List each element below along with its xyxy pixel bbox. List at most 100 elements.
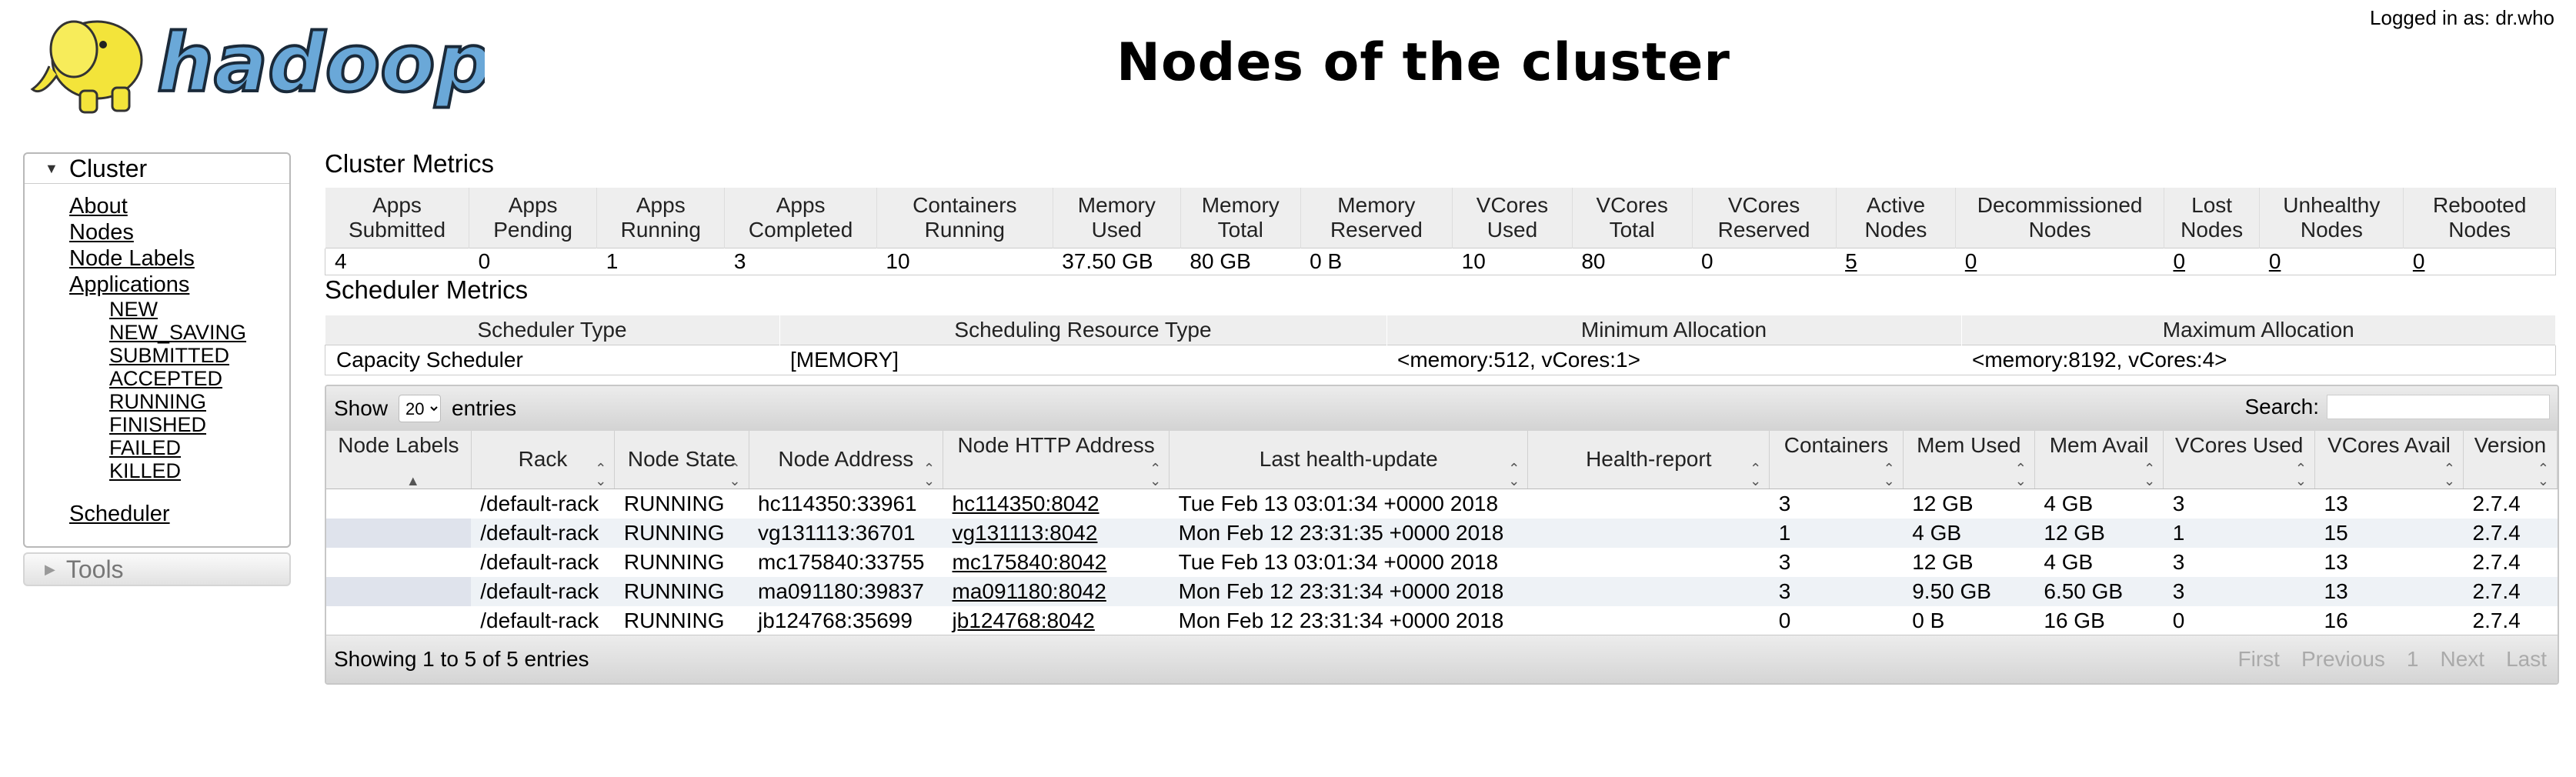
col-header-label: Health-report xyxy=(1586,447,1712,471)
metric-col-label: Apps xyxy=(776,193,826,217)
cell-12: 2.7.4 xyxy=(2463,606,2558,635)
node-http-link[interactable]: vg131113:8042 xyxy=(953,521,1098,545)
col-header-2[interactable]: Node State ⌃ ⌄ xyxy=(614,431,749,489)
app-state-running-link[interactable]: RUNNING xyxy=(109,390,289,413)
app-state-finished-link[interactable]: FINISHED xyxy=(109,413,289,436)
search-label: Search: xyxy=(2244,395,2320,419)
search-input[interactable] xyxy=(2327,395,2550,419)
entries-select[interactable]: 20 xyxy=(399,395,442,422)
metric-value-link[interactable]: 0 xyxy=(2173,249,2185,273)
cell-9: 12 GB xyxy=(2034,519,2164,548)
node-http-link[interactable]: mc175840:8042 xyxy=(953,550,1107,574)
app-state-accepted-link[interactable]: ACCEPTED xyxy=(109,367,289,390)
metric-col-13: Lost Nodes xyxy=(2163,188,2261,248)
app-state-submitted-link[interactable]: SUBMITTED xyxy=(109,344,289,367)
metric-value-9: 80 xyxy=(1572,248,1693,275)
pager-previous[interactable]: Previous xyxy=(2301,647,2385,672)
col-header-8[interactable]: Mem Used ⌃ ⌄ xyxy=(1903,431,2035,489)
metric-value-link[interactable]: 0 xyxy=(1965,249,1977,273)
cell-2: RUNNING xyxy=(614,548,749,577)
col-header-11[interactable]: VCores Avail ⌃ ⌄ xyxy=(2314,431,2464,489)
collapse-triangle-icon: ▼ xyxy=(45,160,58,176)
cell-12: 2.7.4 xyxy=(2463,489,2558,519)
col-header-6[interactable]: Health-report ⌃ ⌄ xyxy=(1527,431,1770,489)
metric-col-label: Unhealthy xyxy=(2283,193,2381,217)
metric-col-15: Rebooted Nodes xyxy=(2403,188,2556,248)
cluster-metrics-table: Apps Submitted Apps Pending Apps Running Apps C… xyxy=(324,188,2556,275)
col-header-label: Node HTTP Address xyxy=(957,433,1155,457)
metric-col-label: VCores xyxy=(1727,193,1800,217)
metric-value-3: 3 xyxy=(724,248,877,275)
col-header-label: Mem Used xyxy=(1917,433,2021,457)
cluster-header[interactable]: ▼ Cluster xyxy=(25,154,289,184)
metric-col-6: Memory Total xyxy=(1180,188,1301,248)
nav-about-link[interactable]: About xyxy=(69,193,289,219)
cell-10: 3 xyxy=(2163,548,2315,577)
cell-2: RUNNING xyxy=(614,606,749,635)
nav-nodes-link[interactable]: Nodes xyxy=(69,219,289,245)
pager-page-1[interactable]: 1 xyxy=(2407,647,2419,672)
sched-col-type: Scheduler Type xyxy=(325,315,780,345)
col-header-12[interactable]: Version ⌃ ⌄ xyxy=(2463,431,2558,489)
metric-col-14: Unhealthy Nodes xyxy=(2259,188,2404,248)
pager-first[interactable]: First xyxy=(2238,647,2280,672)
app-state-new-saving-link[interactable]: NEW_SAVING xyxy=(109,321,289,344)
col-header-0[interactable]: Node Labels ▲ xyxy=(326,431,472,489)
col-header-1[interactable]: Rack ⌃ ⌄ xyxy=(471,431,616,489)
cell-3: vg131113:36701 xyxy=(749,519,943,548)
sort-icon: ⌃ ⌄ xyxy=(2014,461,2027,489)
table-row: /default-rack RUNNING mc175840:33755 mc1758… xyxy=(326,548,2558,577)
metric-value-1: 0 xyxy=(469,248,597,275)
cluster-label: Cluster xyxy=(68,154,148,182)
cell-10: 1 xyxy=(2163,519,2315,548)
node-http-link[interactable]: hc114350:8042 xyxy=(953,492,1099,515)
node-http-link[interactable]: ma091180:8042 xyxy=(953,579,1106,603)
tools-header[interactable]: ▶ Tools xyxy=(23,552,291,586)
metric-value-link[interactable]: 5 xyxy=(1845,249,1857,273)
cell-5: Tue Feb 13 03:01:34 +0000 2018 xyxy=(1169,548,1528,577)
show-label: Show xyxy=(334,396,389,420)
cell-2: RUNNING xyxy=(614,519,749,548)
pager-next[interactable]: Next xyxy=(2440,647,2484,672)
metric-value-link[interactable]: 0 xyxy=(2413,249,2425,273)
metric-value-5: 37.50 GB xyxy=(1053,248,1181,275)
scheduler-metrics-heading: Scheduler Metrics xyxy=(325,275,529,304)
metric-value-link[interactable]: 0 xyxy=(2269,249,2281,273)
col-header-10[interactable]: VCores Used ⌃ ⌄ xyxy=(2163,431,2316,489)
nav-node-labels-link[interactable]: Node Labels xyxy=(69,245,289,272)
nodes-table: Node Labels ▲ Rack ⌃ ⌄ Node State ⌃ ⌄ Node Addre… xyxy=(326,431,2558,635)
metric-value-4: 10 xyxy=(876,248,1053,275)
table-row: /default-rack RUNNING hc114350:33961 hc1143… xyxy=(326,489,2558,519)
metric-col-3: Apps Completed xyxy=(724,188,877,248)
sched-col-max: Maximum Allocation xyxy=(1961,315,2556,345)
col-header-9[interactable]: Mem Avail ⌃ ⌄ xyxy=(2034,431,2164,489)
col-header-3[interactable]: Node Address ⌃ ⌄ xyxy=(749,431,944,489)
nav-scheduler-link[interactable]: Scheduler xyxy=(69,502,170,527)
node-http-link[interactable]: jb124768:8042 xyxy=(953,609,1095,632)
expand-triangle-icon: ▶ xyxy=(45,561,55,577)
sort-icon: ⌃ ⌄ xyxy=(2144,461,2156,489)
sched-max-value: <memory:8192, vCores:4> xyxy=(1961,345,2556,375)
cell-6 xyxy=(1527,606,1770,635)
col-header-5[interactable]: Last health-update ⌃ ⌄ xyxy=(1169,431,1529,489)
metric-col-label: Completed xyxy=(748,218,853,242)
metric-value-11: 5 xyxy=(1836,248,1956,275)
cell-11: 13 xyxy=(2314,548,2464,577)
cell-10: 3 xyxy=(2163,577,2315,606)
app-state-killed-link[interactable]: KILLED xyxy=(109,459,289,482)
nav-applications-link[interactable]: Applications xyxy=(69,272,289,298)
cell-1: /default-rack xyxy=(471,519,615,548)
metric-col-label: Rebooted xyxy=(2432,193,2527,217)
sort-icon: ⌃ ⌄ xyxy=(1150,461,1162,489)
sort-icon: ⌃ ⌄ xyxy=(729,461,741,489)
cell-0 xyxy=(326,606,472,635)
left-nav: ▼ Cluster About Nodes Node Labels Applic… xyxy=(23,152,291,586)
cell-0 xyxy=(326,519,472,548)
sort-icon: ⌃ ⌄ xyxy=(2537,461,2549,489)
app-state-new-link[interactable]: NEW xyxy=(109,298,289,321)
pager-last[interactable]: Last xyxy=(2506,647,2547,672)
app-state-failed-link[interactable]: FAILED xyxy=(109,436,289,459)
col-header-4[interactable]: Node HTTP Address ⌃ ⌄ xyxy=(943,431,1170,489)
cell-1: /default-rack xyxy=(471,577,615,606)
col-header-7[interactable]: Containers ⌃ ⌄ xyxy=(1769,431,1904,489)
